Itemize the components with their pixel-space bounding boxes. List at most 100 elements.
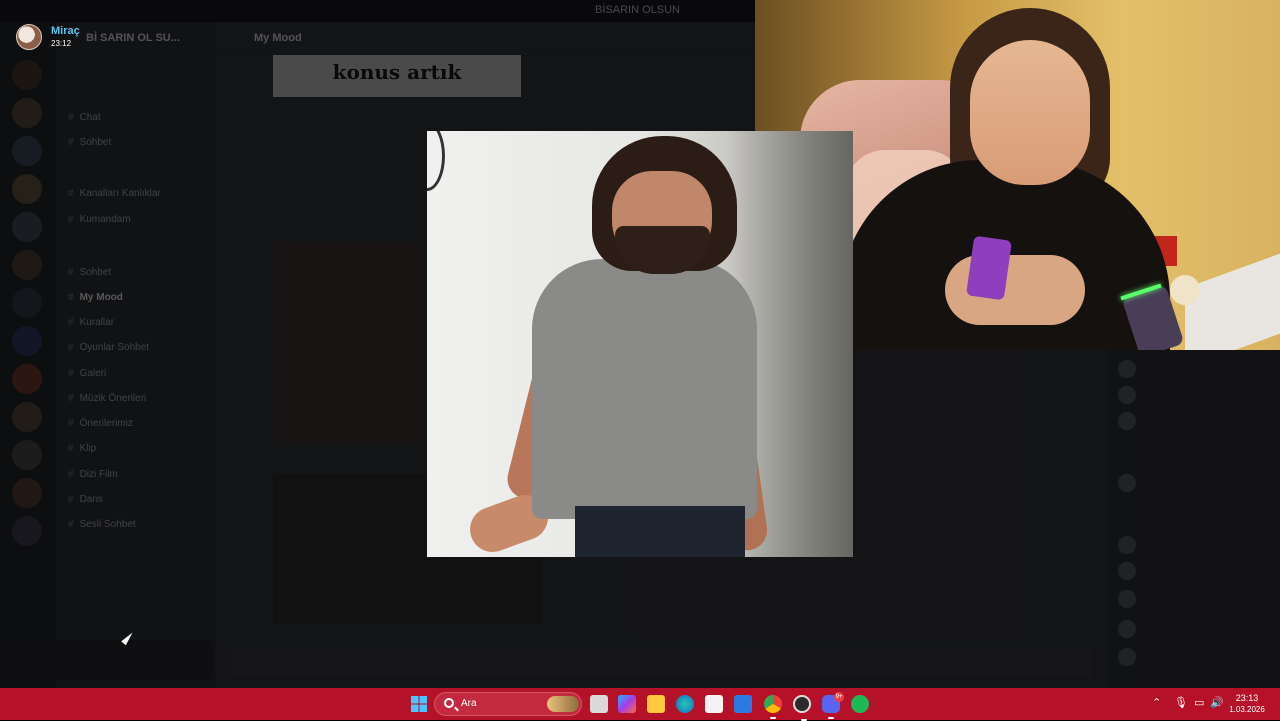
channel-item[interactable]: # Oyunlar Sohbet (68, 342, 149, 353)
channel-label: Dizi Film (79, 469, 118, 480)
obs-icon[interactable] (793, 695, 811, 721)
server-icon[interactable] (12, 136, 42, 166)
member-item[interactable] (1118, 412, 1268, 432)
clock-time: 23:13 (1235, 693, 1259, 703)
channel-label: Oyunlar Sohbet (79, 342, 150, 353)
channel-label: Galeri (79, 368, 107, 379)
server-icon[interactable] (12, 288, 42, 318)
server-list[interactable] (0, 22, 56, 688)
hash-icon: # (68, 368, 74, 379)
microsoft-365-icon[interactable] (618, 695, 636, 713)
member-item[interactable] (1118, 648, 1268, 668)
hash-icon: # (68, 292, 74, 303)
avatar (1118, 562, 1136, 580)
channel-sidebar: Bİ SARIN OL SU... # Chat # Sohbet # Kanalları… (56, 22, 216, 688)
hash-icon: # (68, 393, 74, 404)
channel-item[interactable]: # Müzik Önerileri (68, 393, 146, 404)
avatar (1118, 360, 1136, 378)
hash-icon: # (68, 214, 74, 225)
server-icon[interactable] (12, 402, 42, 432)
channel-label: Kumandam (79, 214, 131, 225)
avatar (1118, 648, 1136, 666)
notification-badge: 9+ (834, 692, 844, 702)
server-icon[interactable] (12, 364, 42, 394)
network-icon[interactable]: ▭ (1194, 696, 1204, 709)
member-item[interactable] (1118, 536, 1268, 556)
store-icon[interactable] (705, 695, 723, 713)
hash-icon: # (68, 137, 74, 148)
channel-item[interactable]: # Galeri (68, 368, 106, 379)
file-explorer-icon[interactable] (647, 695, 665, 713)
channel-label: Dans (79, 494, 103, 505)
member-item[interactable] (1118, 620, 1268, 640)
channel-item[interactable]: # Dans (68, 494, 103, 505)
search-label: Ara (461, 698, 477, 709)
channel-item[interactable]: # Sohbet (68, 137, 111, 148)
member-item[interactable] (1118, 590, 1268, 610)
window-title: BİSARIN OLSUN (595, 4, 680, 16)
gif-popup[interactable] (427, 131, 853, 557)
microphone-icon[interactable]: 🎙 (1174, 696, 1188, 709)
channel-item[interactable]: # Sohbet (68, 267, 111, 278)
hash-icon: # (68, 342, 74, 353)
channel-label: Müzik Önerileri (79, 393, 147, 404)
channel-title: My Mood (254, 32, 302, 44)
meme-image[interactable]: konus artık (273, 55, 521, 97)
channel-item[interactable]: # Sesli Sohbet (68, 519, 136, 530)
server-icon[interactable] (12, 98, 42, 128)
member-item[interactable] (1118, 562, 1268, 582)
channel-label: Kanalları Kanlıklar (79, 188, 161, 199)
task-view-icon[interactable] (590, 695, 608, 713)
avatar (16, 24, 42, 50)
mail-icon[interactable] (734, 695, 752, 713)
server-icon[interactable] (12, 212, 42, 242)
channel-label: Klip (79, 443, 97, 454)
channel-item[interactable]: # Dizi Film (68, 469, 118, 480)
server-icon[interactable] (12, 440, 42, 470)
windows-start-icon[interactable] (410, 695, 428, 713)
server-icon[interactable] (12, 516, 42, 546)
hash-icon: # (68, 188, 74, 199)
message-input[interactable] (232, 648, 1094, 678)
user-panel[interactable] (8, 640, 214, 680)
server-icon[interactable] (12, 174, 42, 204)
channel-item[interactable]: # Klip (68, 443, 96, 454)
hash-icon: # (68, 317, 74, 328)
user-time: 23:12 (51, 39, 72, 48)
channel-item[interactable]: # Kumandam (68, 214, 131, 225)
lamp (1170, 275, 1200, 305)
member-item[interactable] (1118, 386, 1268, 406)
discord-icon[interactable]: 9+ (822, 692, 844, 719)
hash-icon: # (68, 112, 74, 123)
search-highlight-image (547, 696, 579, 712)
hash-icon: # (68, 519, 74, 530)
edge-icon[interactable] (676, 695, 694, 713)
channel-item[interactable]: # Kurallar (68, 317, 114, 328)
taskbar-search[interactable]: Ara (434, 692, 582, 716)
taskbar: Ara 9+ ⌃ 🎙 ▭ 🔊 23:13 1.03.2026 (0, 688, 1280, 721)
member-item[interactable] (1118, 474, 1268, 494)
channel-item[interactable]: # Kanalları Kanlıklar (68, 188, 161, 199)
server-icon[interactable] (12, 478, 42, 508)
member-item[interactable] (1118, 360, 1268, 380)
hash-icon: # (68, 469, 74, 480)
server-icon[interactable] (12, 326, 42, 356)
search-icon (444, 698, 454, 708)
image-embed[interactable] (273, 242, 423, 442)
server-icon[interactable] (12, 60, 42, 90)
avatar (1118, 590, 1136, 608)
chevron-up-icon[interactable]: ⌃ (1152, 696, 1161, 709)
server-icon[interactable] (12, 250, 42, 280)
channel-label: Chat (79, 112, 101, 123)
man-tshirt (532, 259, 757, 519)
system-clock[interactable]: 23:13 1.03.2026 (1222, 692, 1272, 716)
spotify-icon[interactable] (851, 695, 869, 713)
channel-item[interactable]: # My Mood (68, 292, 123, 303)
desk (1185, 251, 1280, 350)
server-name[interactable]: Bİ SARIN OL SU... (86, 32, 180, 44)
hash-icon: # (68, 418, 74, 429)
channel-label: My Mood (79, 292, 123, 303)
channel-item[interactable]: # Chat (68, 112, 101, 123)
chrome-icon[interactable] (764, 695, 782, 719)
channel-item[interactable]: # Önerilerimiz (68, 418, 133, 429)
